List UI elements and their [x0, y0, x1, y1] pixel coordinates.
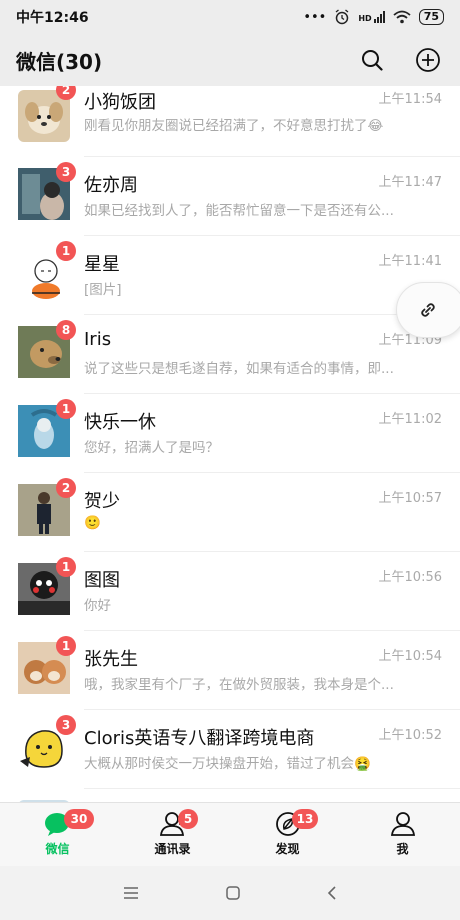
- add-button[interactable]: [412, 44, 444, 76]
- chat-name: 星星: [84, 254, 120, 275]
- chat-message-preview: 如果已经找到人了，能否帮忙留意一下是否还有公...: [84, 203, 394, 219]
- signal-icon: HD: [358, 11, 385, 23]
- chat-time: 上午11:41: [378, 254, 442, 269]
- chat-message-preview: 说了这些只是想毛遂自荐，如果有适合的事情，即...: [84, 361, 394, 377]
- chat-name: 小狗饭团: [84, 92, 156, 113]
- link-icon: [421, 303, 435, 317]
- unread-badge: 2: [56, 478, 76, 498]
- status-icons: ••• HD 75: [303, 9, 444, 25]
- tab-label: 微信: [45, 842, 70, 856]
- chat-item[interactable]: 1 快乐一休 您好，招满人了是吗？ 上午11:02: [0, 394, 460, 473]
- search-icon: [362, 50, 383, 71]
- unread-badge: 30: [64, 809, 94, 829]
- home-icon[interactable]: [225, 885, 241, 901]
- unread-badge: 5: [178, 809, 198, 829]
- app-header: 微信(30): [0, 34, 460, 86]
- unread-badge: 1: [56, 636, 76, 656]
- floating-link-button[interactable]: [396, 282, 460, 338]
- chat-name: 图图: [84, 570, 120, 591]
- chat-name: 快乐一休: [84, 412, 156, 433]
- chat-time: 上午10:54: [378, 649, 442, 664]
- chat-message-preview: 刚看见你朋友圈说已经招满了，不好意思打扰了😂: [84, 118, 384, 134]
- person-icon: [390, 812, 415, 836]
- status-bar: 中午12:46 ••• HD 75: [0, 0, 460, 34]
- search-button[interactable]: [356, 44, 388, 76]
- unread-badge: 3: [56, 162, 76, 182]
- unread-badge: 8: [56, 320, 76, 340]
- chat-name: Iris: [84, 329, 112, 350]
- unread-badge: 3: [56, 715, 76, 735]
- chat-item[interactable]: 1 星星 [图片] 上午11:41: [0, 236, 460, 315]
- battery-indicator: 75: [418, 9, 444, 25]
- unread-badge: 2: [56, 86, 76, 100]
- network-label: HD: [358, 14, 372, 23]
- tab-label: 我: [396, 842, 409, 856]
- tab-me[interactable]: 我: [345, 803, 460, 867]
- chat-item[interactable]: 2 小狗饭团 刚看见你朋友圈说已经招满了，不好意思打扰了😂 上午11:54: [0, 86, 460, 157]
- status-time: 中午12:46: [16, 10, 89, 26]
- bottom-tab-bar: 微信 30 通讯录 5 发现 13 我: [0, 802, 460, 867]
- chat-message-preview: 哦，我家里有个厂子，在做外贸服装，我本身是个...: [84, 677, 394, 693]
- tab-label: 通讯录: [154, 842, 191, 856]
- unread-badge: 1: [56, 241, 76, 261]
- unread-badge: 1: [56, 399, 76, 419]
- chat-time: 上午11:02: [378, 412, 442, 427]
- chat-time: 上午10:56: [378, 570, 442, 585]
- chat-item[interactable]: 1 张先生 哦，我家里有个厂子，在做外贸服装，我本身是个... 上午10:54: [0, 631, 460, 710]
- wifi-icon: [393, 10, 411, 24]
- chat-name: 贺少: [84, 491, 120, 512]
- menu-icon[interactable]: [122, 886, 140, 900]
- chat-item[interactable]: 3 Cloris英语专八翻译跨境电商 大概从那时侯交一万块操盘开始，错过了机会🤮…: [0, 710, 460, 789]
- chat-item[interactable]: 3 佐亦周 如果已经找到人了，能否帮忙留意一下是否还有公... 上午11:47: [0, 157, 460, 236]
- chat-message-preview: 大概从那时侯交一万块操盘开始，错过了机会🤮: [84, 756, 371, 772]
- page-title: 微信(30): [16, 49, 103, 74]
- chat-time: 上午11:54: [378, 92, 442, 107]
- chat-time: 上午10:57: [378, 491, 442, 506]
- tab-contacts[interactable]: 通讯录 5: [115, 803, 230, 867]
- system-nav-bar: [0, 866, 460, 920]
- chat-item[interactable]: 8 Iris 说了这些只是想毛遂自荐，如果有适合的事情，即... 上午11:09: [0, 315, 460, 394]
- chat-time: 上午10:52: [378, 728, 442, 743]
- back-icon[interactable]: [326, 885, 338, 901]
- chat-name: Cloris英语专八翻译跨境电商: [84, 728, 315, 749]
- chat-message-preview: 🙂: [84, 515, 101, 531]
- chat-message-preview: [图片]: [84, 282, 122, 298]
- tab-discover[interactable]: 发现 13: [230, 803, 345, 867]
- chat-item-partial[interactable]: [0, 789, 460, 802]
- more-dots-icon: •••: [303, 9, 327, 25]
- tab-label: 发现: [275, 842, 300, 856]
- chat-list: 2 小狗饭团 刚看见你朋友圈说已经招满了，不好意思打扰了😂 上午11:54 3 …: [0, 86, 460, 802]
- chat-item[interactable]: 1 图图 你好 上午10:56: [0, 552, 460, 631]
- unread-badge: 13: [292, 809, 318, 829]
- alarm-icon: [335, 9, 349, 25]
- chat-message-preview: 你好: [84, 598, 111, 614]
- chat-name: 张先生: [84, 649, 138, 670]
- plus-circle-icon: [416, 48, 440, 72]
- tab-chats[interactable]: 微信 30: [0, 803, 115, 867]
- chat-time: 上午11:47: [378, 175, 442, 190]
- chat-item[interactable]: 2 贺少 🙂 上午10:57: [0, 473, 460, 552]
- unread-badge: 1: [56, 557, 76, 577]
- chat-message-preview: 您好，招满人了是吗？: [84, 440, 219, 456]
- chat-name: 佐亦周: [84, 175, 138, 196]
